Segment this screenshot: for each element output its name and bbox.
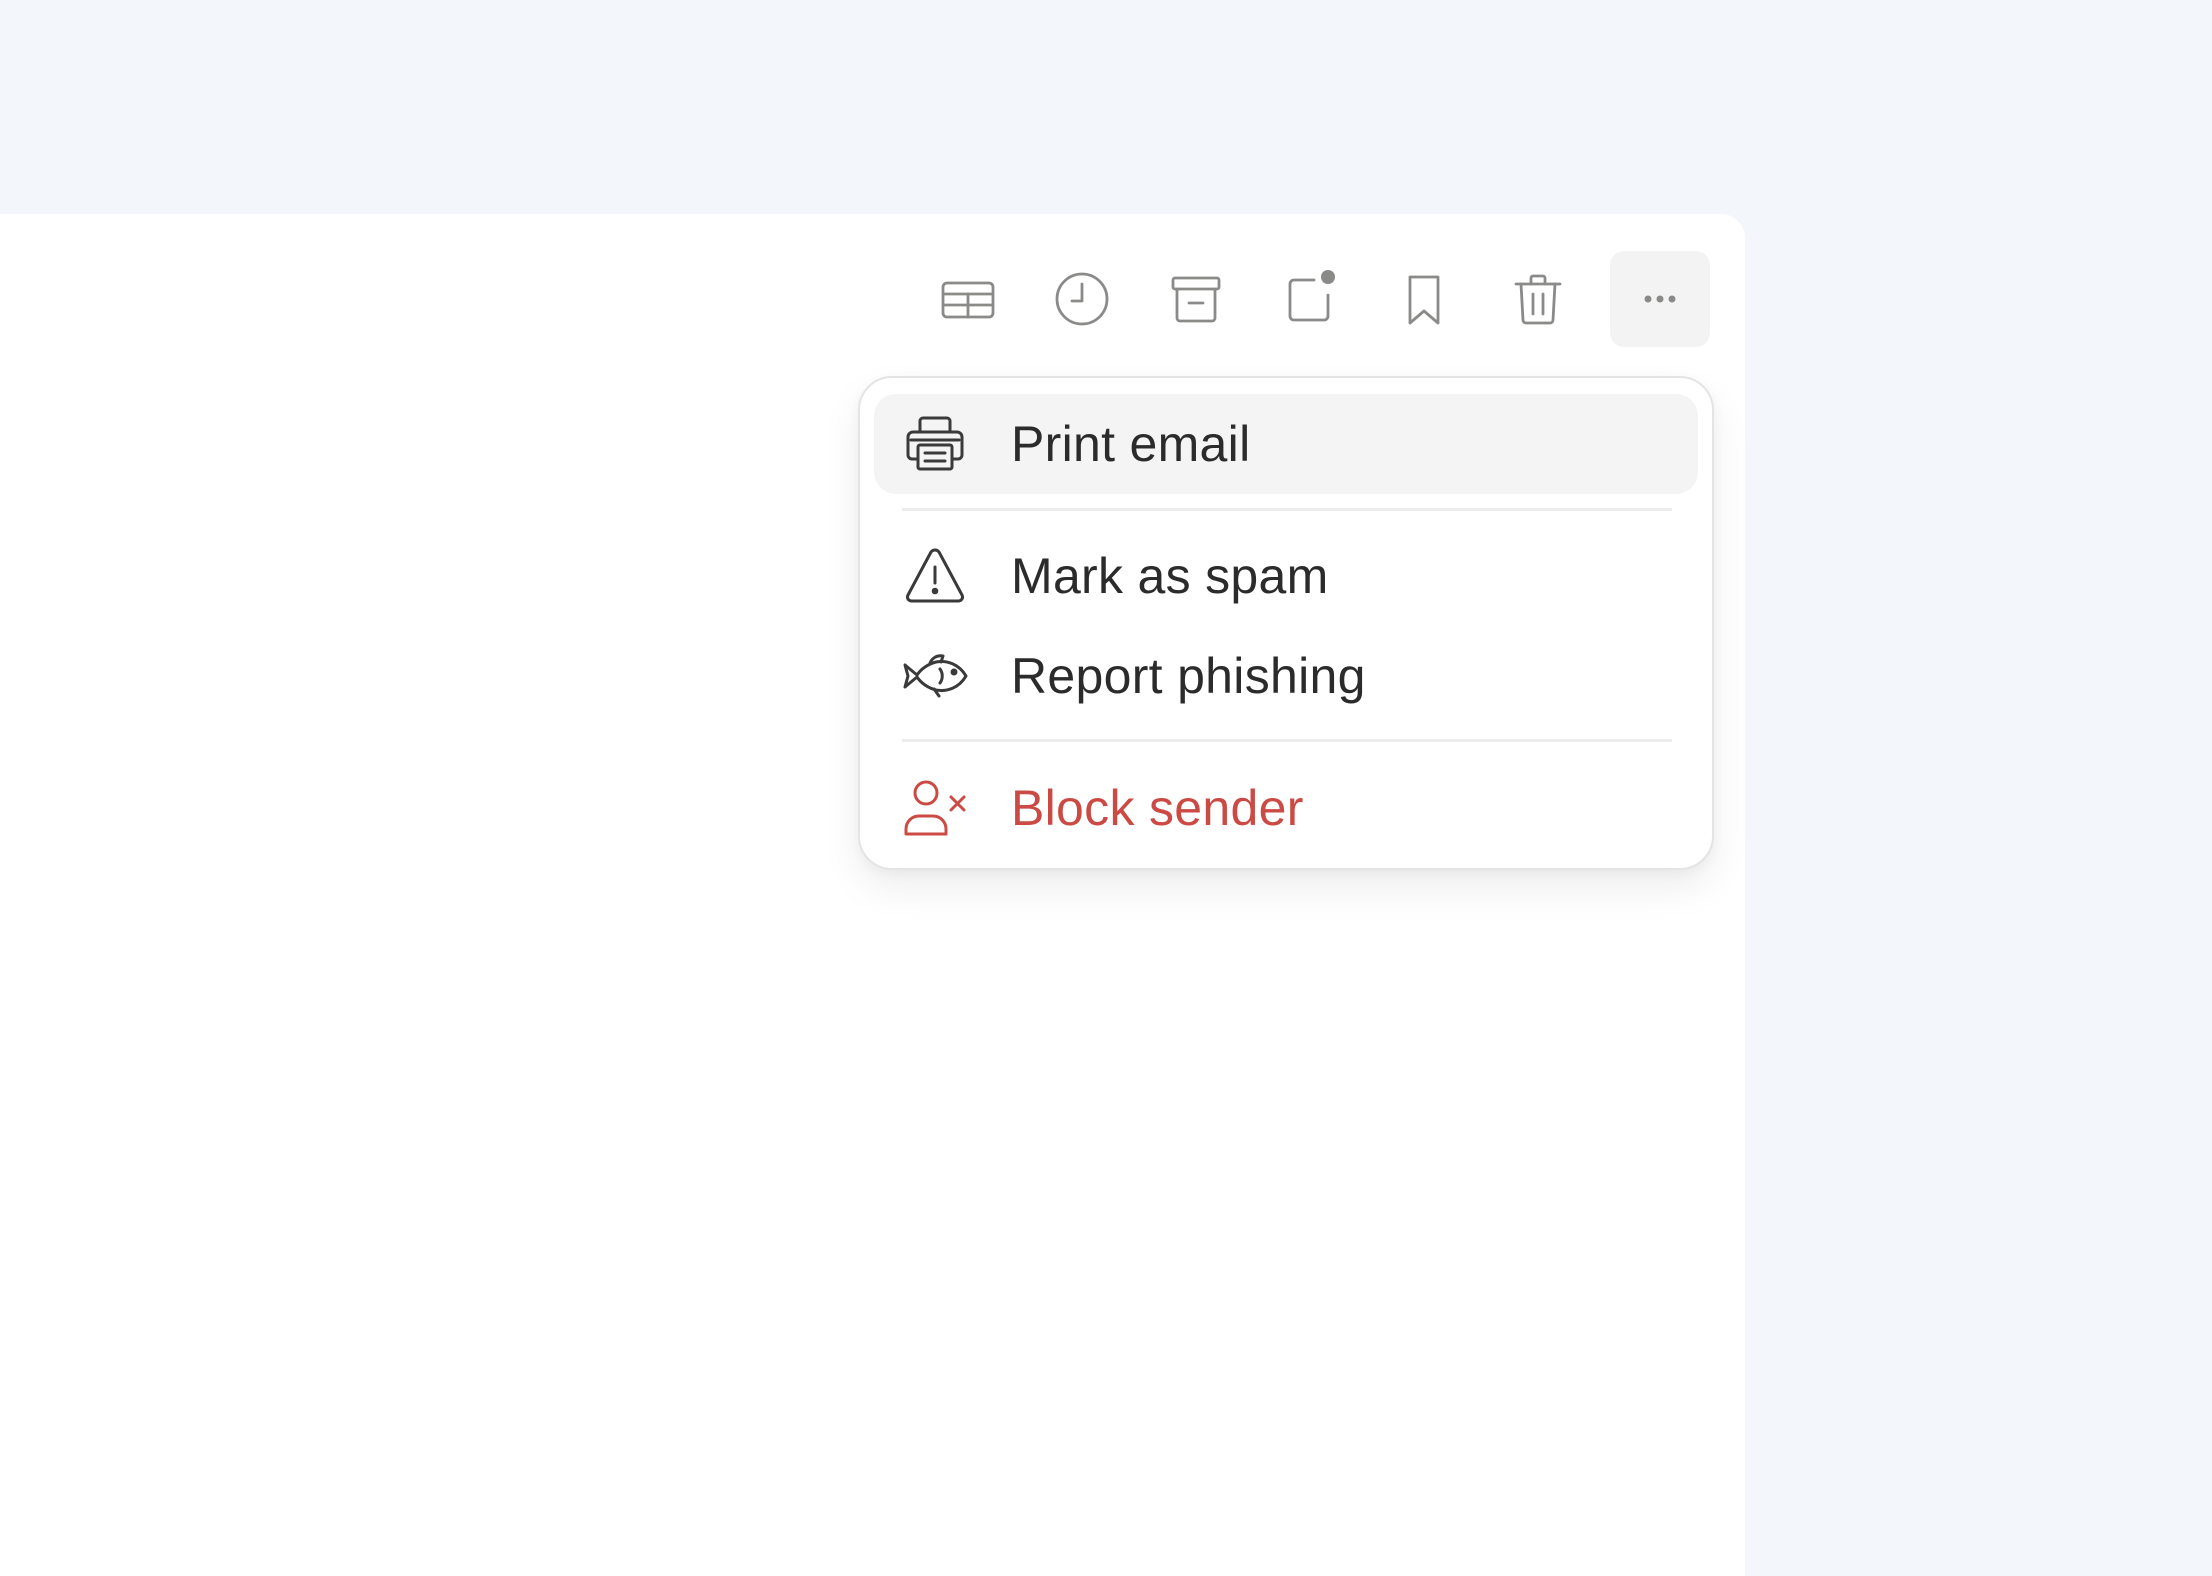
- snooze-button[interactable]: [1032, 251, 1132, 347]
- menu-item-label: Mark as spam: [1011, 548, 1329, 604]
- menu-item-label: Report phishing: [1011, 648, 1366, 704]
- block-user-icon: [902, 775, 968, 841]
- archive-icon: [1171, 276, 1221, 323]
- bookmark-icon: [1408, 275, 1440, 325]
- warning-triangle-icon: [902, 543, 968, 609]
- more-horizontal-icon: [1644, 295, 1676, 303]
- menu-item-label: Block sender: [1011, 780, 1304, 836]
- menu-divider: [902, 508, 1672, 511]
- menu-item-block-sender[interactable]: Block sender: [874, 758, 1698, 858]
- fish-icon: [902, 643, 968, 709]
- archive-button[interactable]: [1146, 251, 1246, 347]
- more-options-menu: Print email Mark as spam Report phishing: [858, 376, 1714, 870]
- email-toolbar: [0, 251, 1745, 347]
- printer-icon: [902, 411, 968, 477]
- table-view-icon: [941, 281, 995, 319]
- mark-unread-button[interactable]: [1260, 251, 1360, 347]
- menu-divider: [902, 739, 1672, 742]
- menu-item-print-email[interactable]: Print email: [874, 394, 1698, 494]
- trash-icon: [1514, 274, 1562, 325]
- bookmark-button[interactable]: [1374, 251, 1474, 347]
- more-options-button[interactable]: [1610, 251, 1710, 347]
- menu-item-label: Print email: [1011, 416, 1251, 472]
- mark-unread-icon: [1288, 270, 1335, 322]
- clock-icon: [1055, 272, 1109, 326]
- delete-button[interactable]: [1488, 251, 1588, 347]
- menu-item-report-phishing[interactable]: Report phishing: [874, 626, 1698, 726]
- table-view-button[interactable]: [918, 251, 1018, 347]
- menu-item-mark-as-spam[interactable]: Mark as spam: [874, 526, 1698, 626]
